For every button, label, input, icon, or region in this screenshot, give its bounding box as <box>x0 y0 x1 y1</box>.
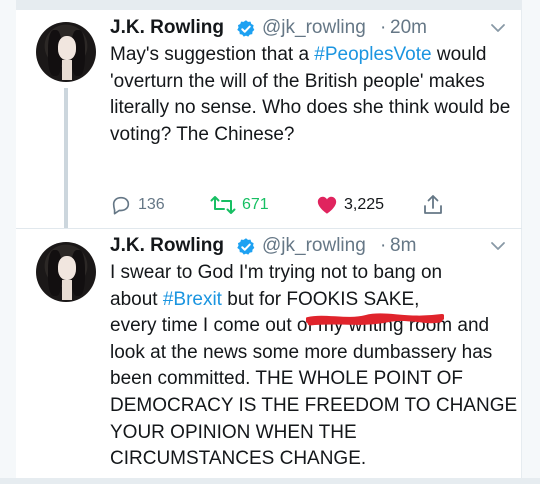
tweet-content: J.K. Rowling @jk_rowling · 8m I swear to… <box>110 232 520 473</box>
tweet-timestamp[interactable]: 20m <box>390 17 427 39</box>
tweet-text-part: about <box>110 288 163 310</box>
tweet-header: J.K. Rowling @jk_rowling · 8m <box>110 232 520 262</box>
separator-dot: · <box>380 17 387 38</box>
hashtag-link[interactable]: #PeoplesVote <box>314 44 431 65</box>
tweet-text-part: but for <box>221 288 287 310</box>
retweet-count: 671 <box>242 196 269 213</box>
tweet-timestamp[interactable]: 8m <box>390 235 416 257</box>
tweet[interactable]: J.K. Rowling @jk_rowling · 20m May's sug… <box>24 14 520 228</box>
tweet-text: May's suggestion that a #PeoplesVote wou… <box>110 42 520 148</box>
share-icon <box>424 195 442 214</box>
censored-text: FOOKIS SAKE, <box>286 288 420 310</box>
tweet-text: I swear to God I'm trying not to bang on… <box>110 260 520 473</box>
screen-bottom-border <box>0 478 540 484</box>
verified-badge-icon <box>237 20 255 37</box>
like-button[interactable]: 3,225 <box>316 192 384 218</box>
screen-left-margin <box>0 0 16 484</box>
author-handle[interactable]: @jk_rowling <box>262 235 366 257</box>
tweet-header: J.K. Rowling @jk_rowling · 20m <box>110 14 520 44</box>
tweet-text-line: I swear to God I'm trying not to bang on <box>110 262 443 283</box>
screen-top-border <box>0 0 540 10</box>
heart-icon <box>317 196 337 214</box>
author-name[interactable]: J.K. Rowling <box>110 17 224 39</box>
red-scribble-redaction <box>306 313 444 326</box>
avatar[interactable] <box>36 22 96 82</box>
tweet[interactable]: J.K. Rowling @jk_rowling · 8m I swear to… <box>24 232 520 478</box>
thread-connector <box>64 88 68 228</box>
reply-count: 136 <box>138 196 165 213</box>
share-button[interactable] <box>422 192 450 218</box>
tweet-actions: 136 671 3,225 <box>110 190 510 220</box>
hashtag-link[interactable]: #Brexit <box>163 289 222 310</box>
author-handle[interactable]: @jk_rowling <box>262 17 366 39</box>
chevron-down-icon[interactable] <box>490 240 506 252</box>
retweet-button[interactable]: 671 <box>210 192 269 218</box>
reply-icon <box>112 196 130 215</box>
chevron-down-icon[interactable] <box>490 22 506 34</box>
author-name[interactable]: J.K. Rowling <box>110 235 224 257</box>
verified-badge-icon <box>237 238 255 255</box>
retweet-icon <box>210 196 236 214</box>
tweet-text-part: May's suggestion that a <box>110 44 315 65</box>
screen-right-margin <box>521 0 540 484</box>
separator-dot: · <box>380 235 387 256</box>
tweet-text-rest: every time I come out of my writing room… <box>110 315 518 470</box>
tweet-divider <box>16 228 522 229</box>
avatar[interactable] <box>36 242 96 302</box>
tweet-text-line: about #Brexit but for FOOKIS SAKE, <box>110 287 520 314</box>
reply-button[interactable]: 136 <box>110 192 165 218</box>
tweet-content: J.K. Rowling @jk_rowling · 20m May's sug… <box>110 14 520 148</box>
like-count: 3,225 <box>344 196 385 213</box>
